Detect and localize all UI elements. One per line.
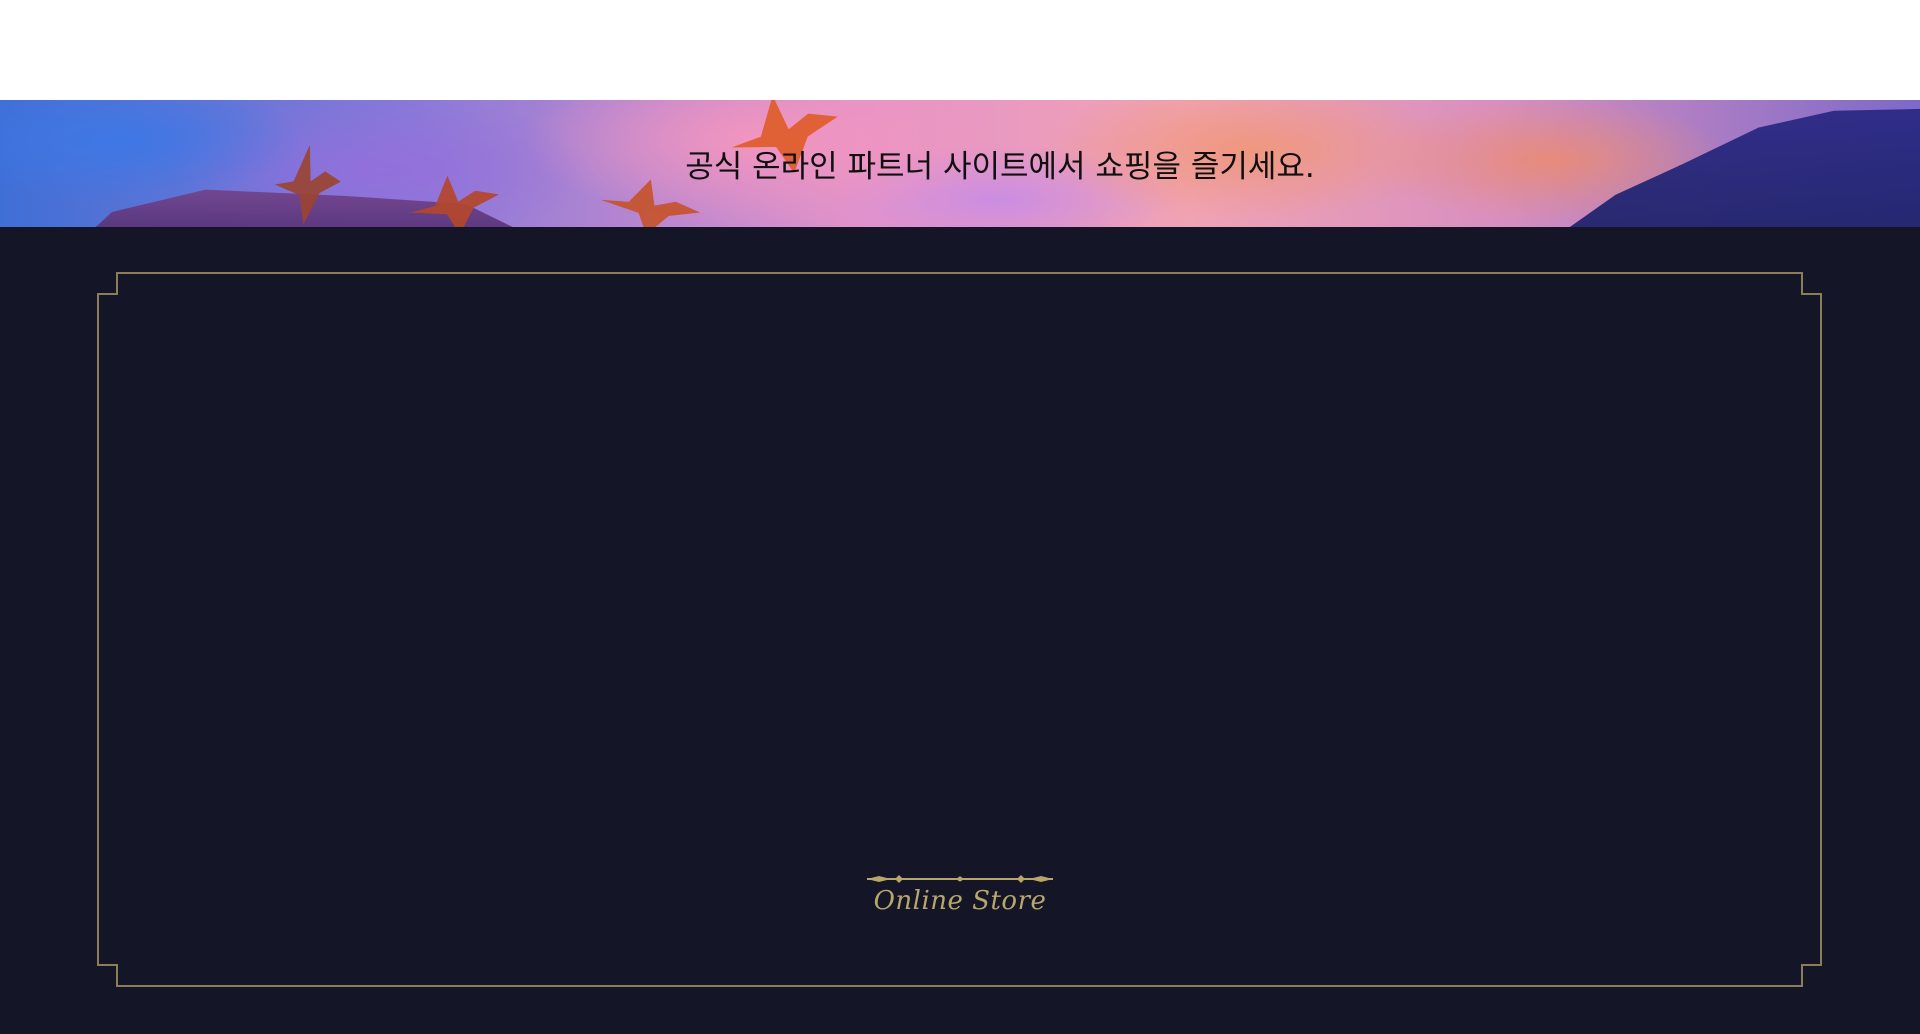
top-blank-area [0,0,1920,100]
promo-banner[interactable]: 공식 온라인 파트너 사이트에서 쇼핑을 즐기세요. [0,100,1920,227]
main-content-area: Online Store [0,227,1920,1034]
online-store-link[interactable]: Online Store [865,869,1055,939]
banner-text-container: 공식 온라인 파트너 사이트에서 쇼핑을 즐기세요. [0,100,1920,227]
store-name: Online Store [873,886,1047,916]
banner-headline: 공식 온라인 파트너 사이트에서 쇼핑을 즐기세요. [685,149,1315,185]
